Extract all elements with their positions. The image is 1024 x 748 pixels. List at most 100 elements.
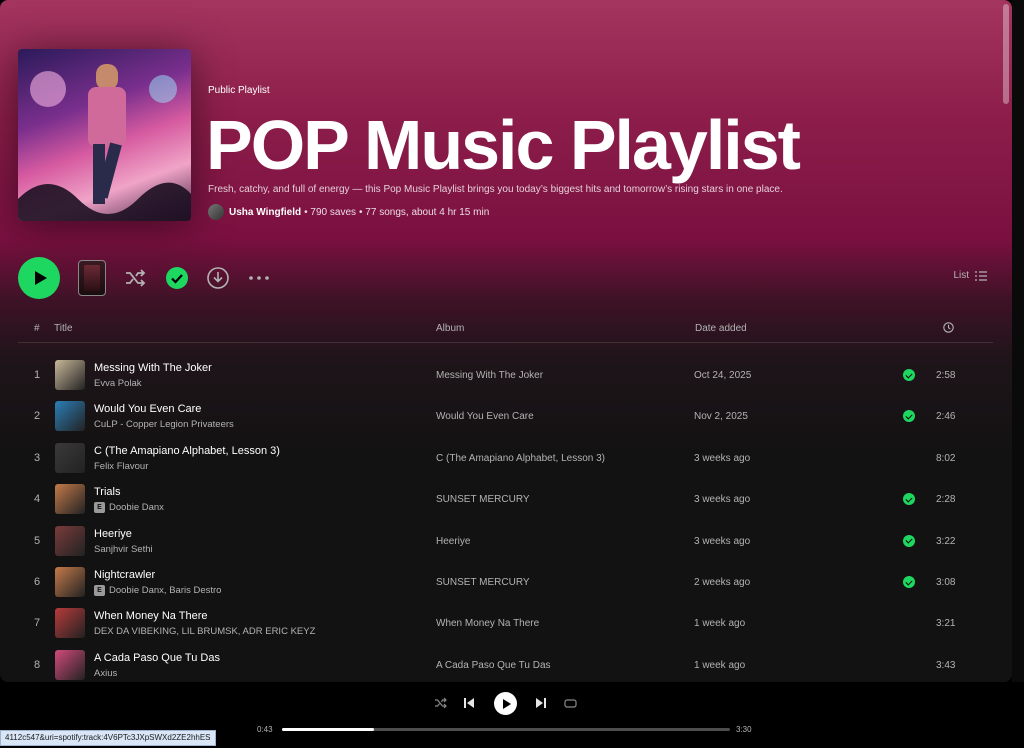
main-panel: Public Playlist POP Music Playlist Fresh… <box>0 0 1012 682</box>
track-row[interactable]: 2 Would You Even Care CuLP - Copper Legion… <box>18 396 993 434</box>
track-date-added: 3 weeks ago <box>694 535 751 547</box>
track-row[interactable]: 4 Trials E Doobie Danx SUNSET MERCURY 3 weeks… <box>18 479 993 517</box>
clock-icon[interactable] <box>943 322 954 336</box>
track-number: 2 <box>33 410 41 423</box>
saved-check-icon[interactable] <box>903 369 915 381</box>
track-title[interactable]: Nightcrawler <box>94 569 155 581</box>
track-artist[interactable]: E Doobie Danx <box>94 502 164 514</box>
track-title[interactable]: Heeriye <box>94 528 132 540</box>
track-artist-name[interactable]: Felix Flavour <box>94 461 148 472</box>
track-thumbnail <box>55 649 85 680</box>
track-artist[interactable]: DEX DA VIBEKING, LIL BRUMSK, ADR ERIC KE… <box>94 626 315 637</box>
track-duration: 3:22 <box>936 535 956 547</box>
column-date-added[interactable]: Date added <box>695 323 747 334</box>
track-artist-name[interactable]: Doobie Danx <box>109 502 164 513</box>
playlist-header: Public Playlist POP Music Playlist Fresh… <box>18 49 998 224</box>
track-number: 3 <box>33 451 41 464</box>
track-date-added: 1 week ago <box>694 659 746 671</box>
player-play-button[interactable] <box>494 692 517 715</box>
preview-thumbnail-button[interactable] <box>78 260 106 296</box>
track-row[interactable]: 1 Messing With The Joker Evva Polak Messing… <box>18 355 993 393</box>
songs-summary: • 77 songs, about 4 hr 15 min <box>359 206 490 218</box>
action-bar: List <box>18 257 993 299</box>
explicit-badge: E <box>94 585 105 596</box>
previous-track-icon[interactable] <box>463 697 475 712</box>
progress-bar[interactable] <box>282 728 730 731</box>
playlist-meta: Usha Wingfield • 790 saves • 77 songs, a… <box>208 204 489 220</box>
shuffle-icon[interactable] <box>124 267 146 289</box>
saved-check-icon[interactable] <box>166 267 188 289</box>
view-mode-toggle[interactable]: List <box>953 270 987 281</box>
track-title[interactable]: Messing With The Joker <box>94 362 212 374</box>
play-button[interactable] <box>18 257 60 299</box>
track-duration: 3:21 <box>936 618 956 630</box>
saved-check-icon[interactable] <box>903 534 915 547</box>
track-duration: 2:28 <box>936 494 956 506</box>
track-album[interactable]: When Money Na There <box>436 618 539 629</box>
track-number: 5 <box>33 534 41 547</box>
track-thumbnail <box>55 608 85 639</box>
track-thumbnail <box>55 360 85 390</box>
track-artist-name[interactable]: CuLP - Copper Legion Privateers <box>94 419 234 430</box>
column-title[interactable]: Title <box>54 323 73 334</box>
track-title[interactable]: Would You Even Care <box>94 403 201 415</box>
track-artist-name[interactable]: Evva Polak <box>94 378 142 389</box>
saved-check-icon[interactable] <box>903 576 915 588</box>
saved-check-icon[interactable] <box>903 493 915 506</box>
next-track-icon[interactable] <box>535 697 547 712</box>
explicit-badge: E <box>94 502 105 514</box>
scrollbar-thumb[interactable] <box>1003 4 1009 104</box>
track-date-added: 2 weeks ago <box>694 577 751 588</box>
track-duration: 2:46 <box>936 411 956 423</box>
track-row[interactable]: 3 C (The Amapiano Alphabet, Lesson 3) Feli… <box>18 438 993 476</box>
track-title[interactable]: When Money Na There <box>94 610 208 622</box>
track-album[interactable]: C (The Amapiano Alphabet, Lesson 3) <box>436 453 605 464</box>
track-album[interactable]: Messing With The Joker <box>436 370 543 381</box>
player-play-icon <box>502 698 511 709</box>
track-artist[interactable]: Sanjhvir Sethi <box>94 544 153 555</box>
playlist-cover-image[interactable] <box>18 49 191 221</box>
current-time: 0:43 <box>257 725 273 734</box>
owner-avatar[interactable] <box>208 204 224 220</box>
saved-check-icon[interactable] <box>903 410 915 423</box>
track-album[interactable]: SUNSET MERCURY <box>436 577 530 588</box>
track-row[interactable]: 7 When Money Na There DEX DA VIBEKING, LIL… <box>18 603 993 641</box>
player-shuffle-icon[interactable] <box>434 697 448 712</box>
track-row[interactable]: 5 Heeriye Sanjhvir Sethi Heeriye 3 weeks ago… <box>18 521 993 559</box>
track-title[interactable]: A Cada Paso Que Tu Das <box>94 652 220 664</box>
track-duration: 8:02 <box>936 452 956 464</box>
track-duration: 3:08 <box>936 577 956 588</box>
track-artist-name[interactable]: Sanjhvir Sethi <box>94 544 153 555</box>
track-artist[interactable]: Felix Flavour <box>94 461 148 472</box>
track-artist-name[interactable]: DEX DA VIBEKING, LIL BRUMSK, ADR ERIC KE… <box>94 626 315 637</box>
list-icon <box>975 270 987 281</box>
track-date-added: Nov 2, 2025 <box>694 411 748 423</box>
track-artist[interactable]: Evva Polak <box>94 378 142 389</box>
saves-count: • 790 saves <box>304 206 357 218</box>
more-options-icon[interactable] <box>248 267 270 289</box>
track-title[interactable]: C (The Amapiano Alphabet, Lesson 3) <box>94 445 280 457</box>
owner-name-link[interactable]: Usha Wingfield <box>229 207 301 218</box>
track-artist[interactable]: Axius <box>94 668 117 679</box>
track-artist[interactable]: CuLP - Copper Legion Privateers <box>94 419 234 430</box>
track-number: 1 <box>33 369 41 381</box>
track-row[interactable]: 8 A Cada Paso Que Tu Das Axius A Cada Paso … <box>18 645 993 682</box>
track-duration: 3:43 <box>936 659 956 671</box>
repeat-icon[interactable] <box>564 697 577 712</box>
track-row[interactable]: 6 Nightcrawler E Doobie Danx, Baris Destro S… <box>18 562 993 600</box>
track-album[interactable]: SUNSET MERCURY <box>436 494 530 505</box>
track-album[interactable]: Would You Even Care <box>436 411 534 422</box>
view-mode-label: List <box>953 270 969 281</box>
track-date-added: Oct 24, 2025 <box>694 370 752 381</box>
track-title[interactable]: Trials <box>94 486 120 498</box>
track-date-added: 3 weeks ago <box>694 494 751 506</box>
track-artist-name[interactable]: Doobie Danx, Baris Destro <box>109 585 221 596</box>
track-artist-name[interactable]: Axius <box>94 668 117 679</box>
track-album[interactable]: A Cada Paso Que Tu Das <box>436 660 551 671</box>
column-album[interactable]: Album <box>436 323 464 334</box>
play-icon <box>34 271 47 285</box>
track-table-header: # Title Album Date added <box>18 319 993 343</box>
track-artist[interactable]: E Doobie Danx, Baris Destro <box>94 585 221 596</box>
track-album[interactable]: Heeriye <box>436 536 470 547</box>
download-icon[interactable] <box>207 267 229 289</box>
